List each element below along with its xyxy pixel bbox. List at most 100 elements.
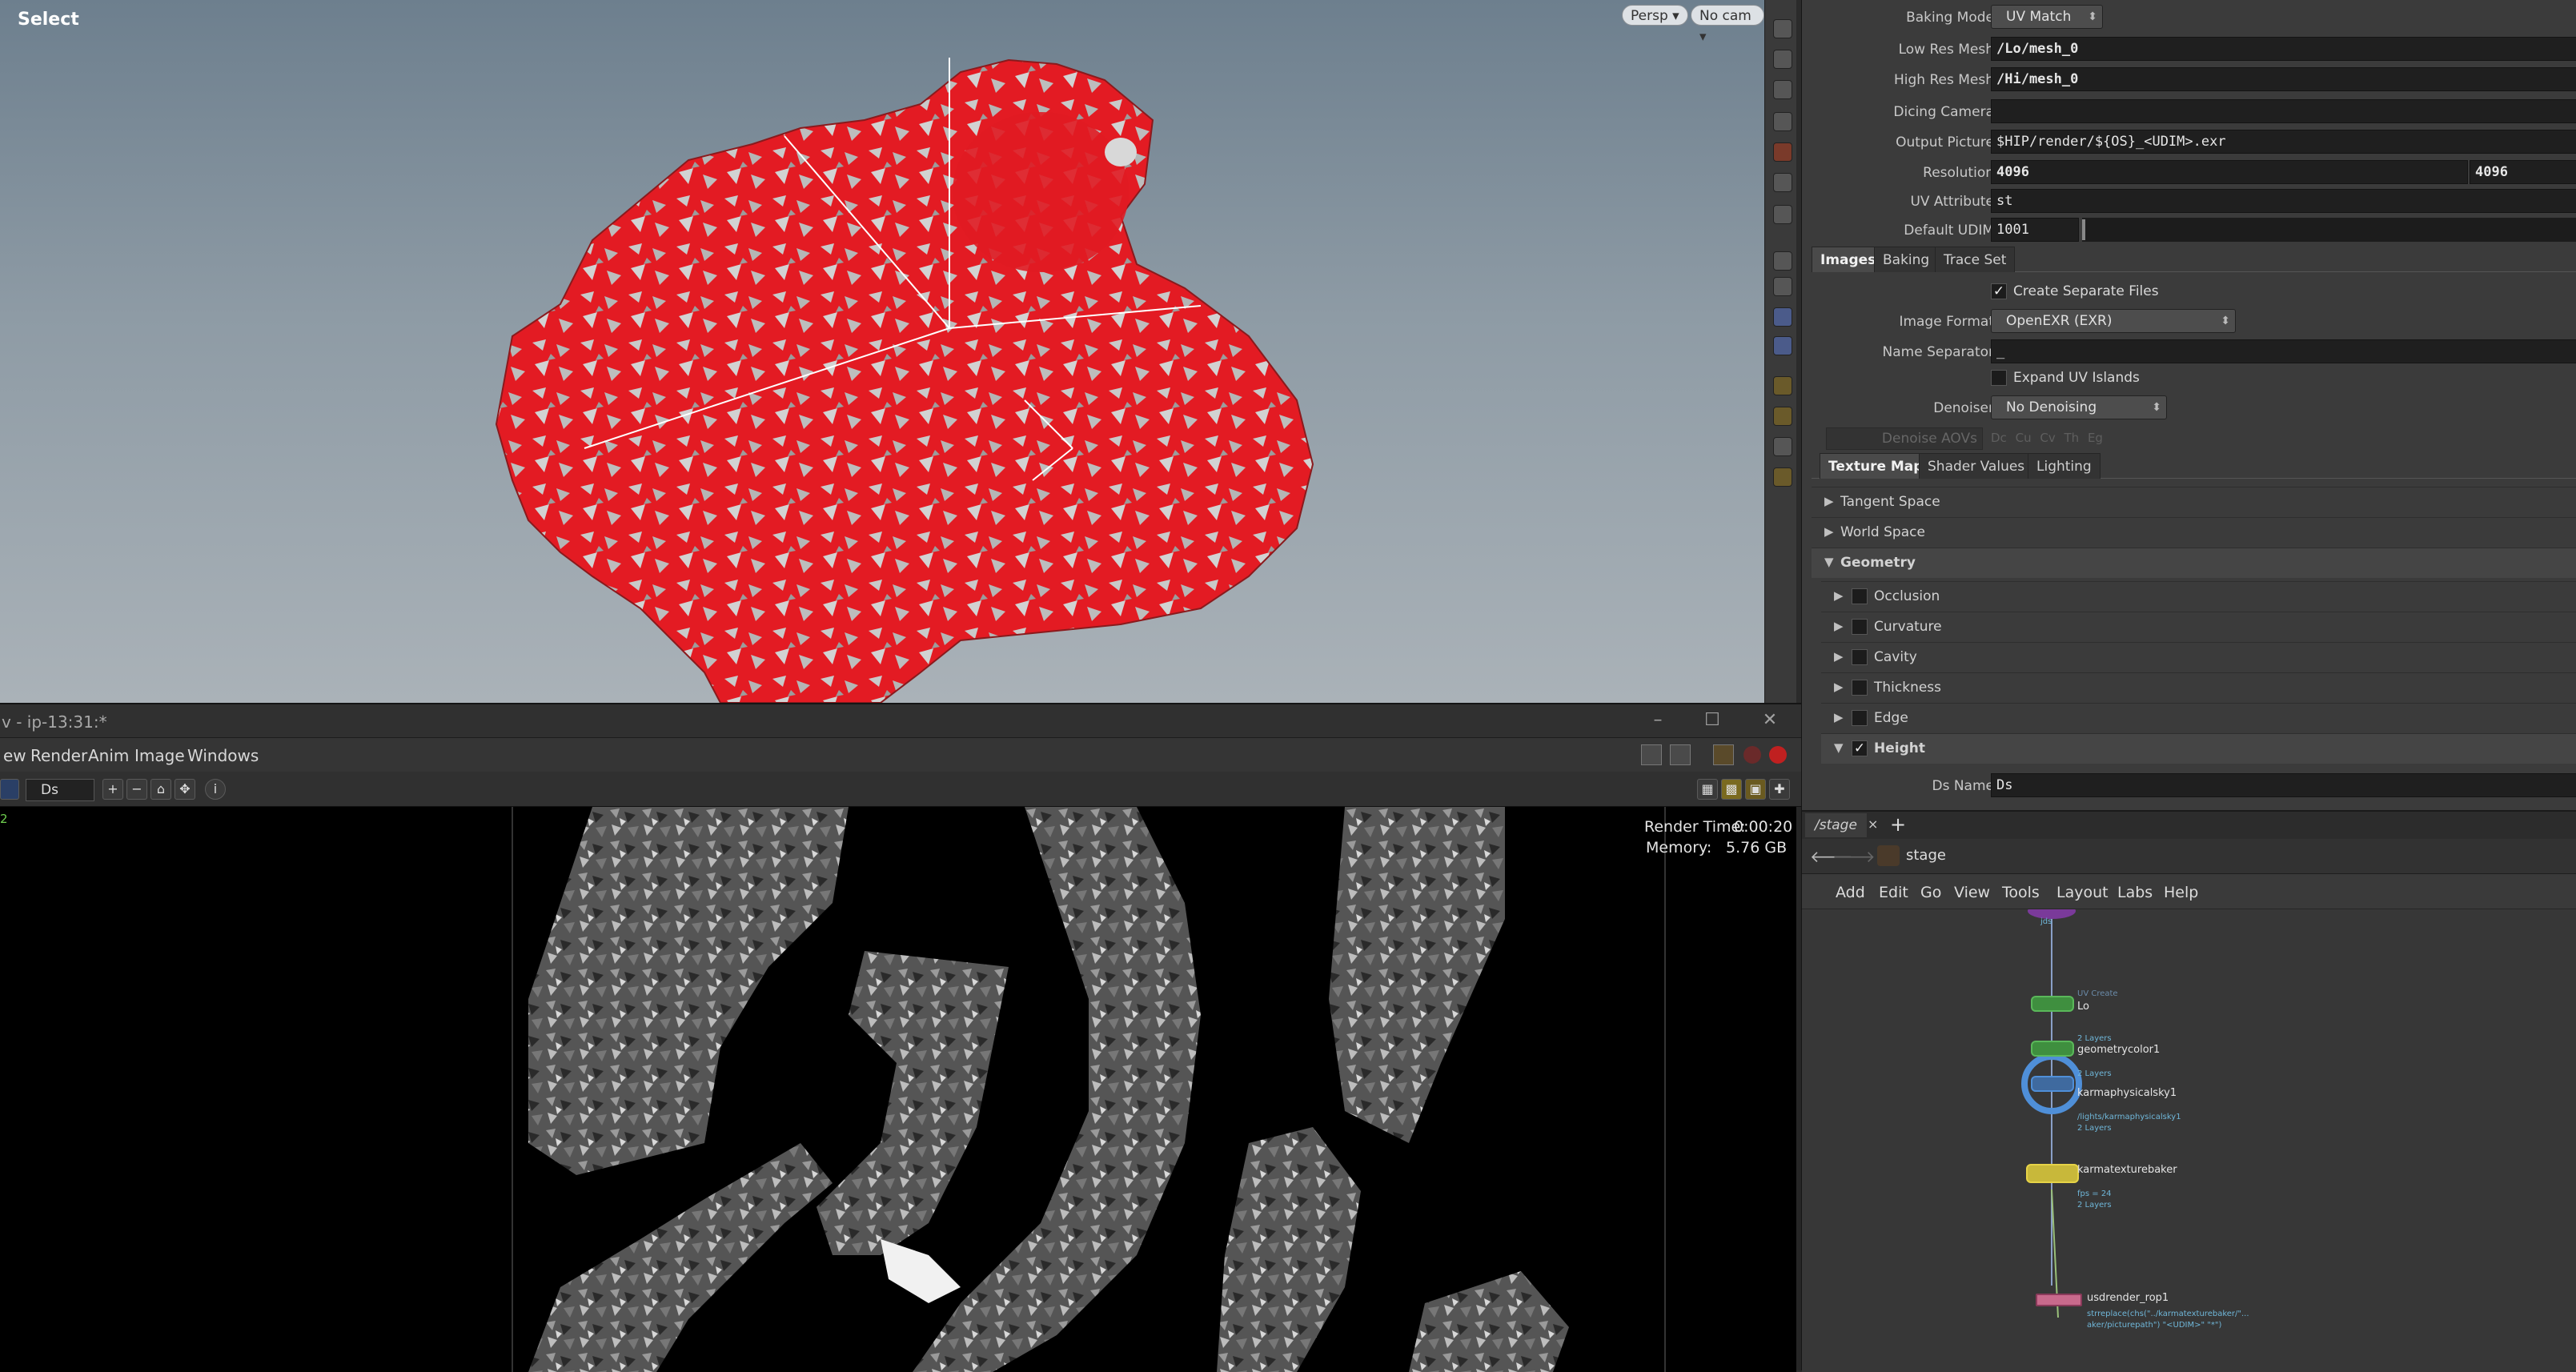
node-karmaphysicalsky1[interactable] [2031, 1076, 2074, 1092]
ds-name-field[interactable]: Ds [1991, 773, 2576, 797]
denoiser-select[interactable]: No Denoising [1991, 395, 2167, 419]
menu-windows[interactable]: Windows [187, 746, 259, 765]
expand-uv-islands-checkbox[interactable] [1991, 370, 2007, 386]
map-occlusion[interactable]: ▶ Occlusion [1821, 581, 2576, 612]
layout-toggle-icon[interactable] [1641, 744, 1662, 765]
tab-trace-set[interactable]: Trace Set [1935, 247, 2016, 272]
tab-baking[interactable]: Baking [1874, 247, 1939, 272]
checker-icon[interactable]: ▩ [1721, 779, 1742, 800]
add-tab-icon[interactable]: + [1890, 813, 1906, 836]
occlusion-checkbox[interactable] [1852, 588, 1868, 604]
eye-icon[interactable] [1773, 251, 1792, 271]
light-icon[interactable] [1773, 142, 1792, 162]
map-curvature[interactable]: ▶ Curvature [1821, 612, 2576, 642]
folder-tangent-space[interactable]: ▶ Tangent Space [1812, 487, 2576, 517]
menu-layout[interactable]: Layout [2056, 884, 2109, 901]
maximize-icon[interactable]: ☐ [1700, 709, 1724, 732]
high-res-mesh-field[interactable]: /Hi/mesh_0 [1991, 67, 2576, 91]
network-canvas[interactable]: jds UV Create Lo 2 Layers geometrycolor1… [1802, 909, 2576, 1372]
grid-icon[interactable] [1773, 336, 1792, 355]
network-path[interactable]: stage [1906, 847, 1946, 864]
wire-icon[interactable] [1773, 407, 1792, 426]
menu-labs[interactable]: Labs [2117, 884, 2153, 901]
zoom-in-icon[interactable]: + [102, 779, 123, 800]
no-cam-button[interactable]: No cam ▾ [1691, 5, 1764, 45]
ghost-icon[interactable] [1773, 467, 1792, 487]
display-options-icon[interactable] [1773, 19, 1792, 38]
forward-icon[interactable]: 🡒 [1832, 847, 1876, 866]
tab-shader-values[interactable]: Shader Values [1919, 453, 2034, 479]
resolution-x-field[interactable]: 4096 [1991, 160, 2468, 184]
info-icon[interactable]: i [205, 779, 226, 800]
menu-add[interactable]: Add [1836, 884, 1865, 901]
tiles-icon[interactable]: ▣ [1745, 779, 1766, 800]
close-tab-icon[interactable]: × [1868, 816, 1878, 832]
fit-icon[interactable]: ✥ [175, 779, 195, 800]
menu-anim[interactable]: Anim [88, 746, 129, 765]
zoom-out-icon[interactable]: − [126, 779, 147, 800]
tab-stage[interactable]: /stage [1805, 813, 1867, 837]
height-checkbox[interactable]: ✓ [1852, 740, 1868, 756]
menu-tools[interactable]: Tools [2002, 884, 2040, 901]
map-thickness[interactable]: ▶ Thickness [1821, 672, 2576, 703]
edge-checkbox[interactable] [1852, 710, 1868, 726]
thickness-checkbox[interactable] [1852, 680, 1868, 696]
menu-edit[interactable]: Edit [1879, 884, 1908, 901]
render-icon[interactable] [1773, 205, 1792, 224]
stop-render-icon[interactable] [1743, 746, 1761, 764]
snapshot-icon[interactable] [1773, 50, 1792, 69]
layout-icon[interactable] [1773, 307, 1792, 327]
cancel-render-icon[interactable] [1769, 746, 1787, 764]
folder-world-space[interactable]: ▶ World Space [1812, 517, 2576, 548]
dicing-camera-field[interactable] [1991, 99, 2576, 123]
output-picture-field[interactable]: $HIP/render/${OS}_<UDIM>.exr [1991, 130, 2576, 154]
image-icon[interactable] [0, 779, 19, 800]
rendered-image[interactable]: 2 Render Time: 0:00:20 Memory: 5.76 GB [0, 807, 1796, 1372]
lock-icon[interactable] [1773, 80, 1792, 99]
resolution-y-field[interactable]: 4096 [2470, 160, 2576, 184]
snapshot-icon[interactable] [1713, 744, 1734, 765]
menu-image[interactable]: Image [134, 746, 185, 765]
create-separate-files-label: Create Separate Files [2013, 283, 2159, 299]
map-height[interactable]: ▼ ✓ Height [1821, 733, 2576, 764]
node-geometrycolor1[interactable] [2031, 1041, 2074, 1057]
menu-view[interactable]: ew [3, 746, 26, 765]
create-separate-files-checkbox[interactable]: ✓ [1991, 283, 2007, 299]
camera-persp-button[interactable]: Persp ▾ [1622, 5, 1688, 26]
node-lo[interactable] [2031, 996, 2074, 1012]
cavity-checkbox[interactable] [1852, 649, 1868, 665]
node-karmatexturebaker[interactable] [2026, 1164, 2079, 1183]
default-udim-field[interactable]: 1001 [1991, 218, 2079, 242]
slider-handle[interactable] [2082, 219, 2085, 240]
bulb-icon[interactable] [1773, 173, 1792, 192]
menu-render[interactable]: Render [30, 746, 87, 765]
baking-mode-select[interactable]: UV Match [1991, 5, 2103, 29]
tab-lighting[interactable]: Lighting [2028, 453, 2101, 479]
image-format-select[interactable]: OpenEXR (EXR) [1991, 309, 2236, 333]
node-usdrender-rop1[interactable] [2036, 1294, 2082, 1306]
pause-icon[interactable] [1773, 277, 1792, 296]
minimize-icon[interactable]: – [1646, 709, 1670, 732]
map-edge[interactable]: ▶ Edge [1821, 703, 2576, 733]
name-separator-field[interactable]: _ [1991, 339, 2576, 363]
default-udim-slider[interactable] [2082, 218, 2576, 242]
crosshair-icon[interactable]: ✚ [1769, 779, 1790, 800]
menu-go[interactable]: Go [1920, 884, 1941, 901]
camera-icon[interactable] [1773, 112, 1792, 131]
low-res-mesh-field[interactable]: /Lo/mesh_0 [1991, 37, 2576, 61]
scene-viewport[interactable]: Select Persp ▾ No cam ▾ [0, 0, 1764, 703]
close-icon[interactable]: ✕ [1758, 709, 1782, 732]
menu-help[interactable]: Help [2164, 884, 2198, 901]
menu-view[interactable]: View [1954, 884, 1990, 901]
aov-select[interactable]: Ds [26, 779, 94, 801]
uv-attribute-field[interactable]: st [1991, 189, 2576, 213]
node-usdrender-rop1-sub: strreplace(chs("../karmatexturebaker/"..… [2087, 1310, 2249, 1318]
map-cavity[interactable]: ▶ Cavity [1821, 642, 2576, 672]
curvature-checkbox[interactable] [1852, 619, 1868, 635]
folder-geometry[interactable]: ▼ Geometry [1812, 548, 2576, 578]
shading-icon[interactable] [1773, 376, 1792, 395]
pane-split-icon[interactable] [1670, 744, 1691, 765]
gear-icon[interactable] [1773, 437, 1792, 456]
grid-view-icon[interactable]: ▦ [1697, 779, 1718, 800]
home-icon[interactable]: ⌂ [150, 779, 171, 800]
